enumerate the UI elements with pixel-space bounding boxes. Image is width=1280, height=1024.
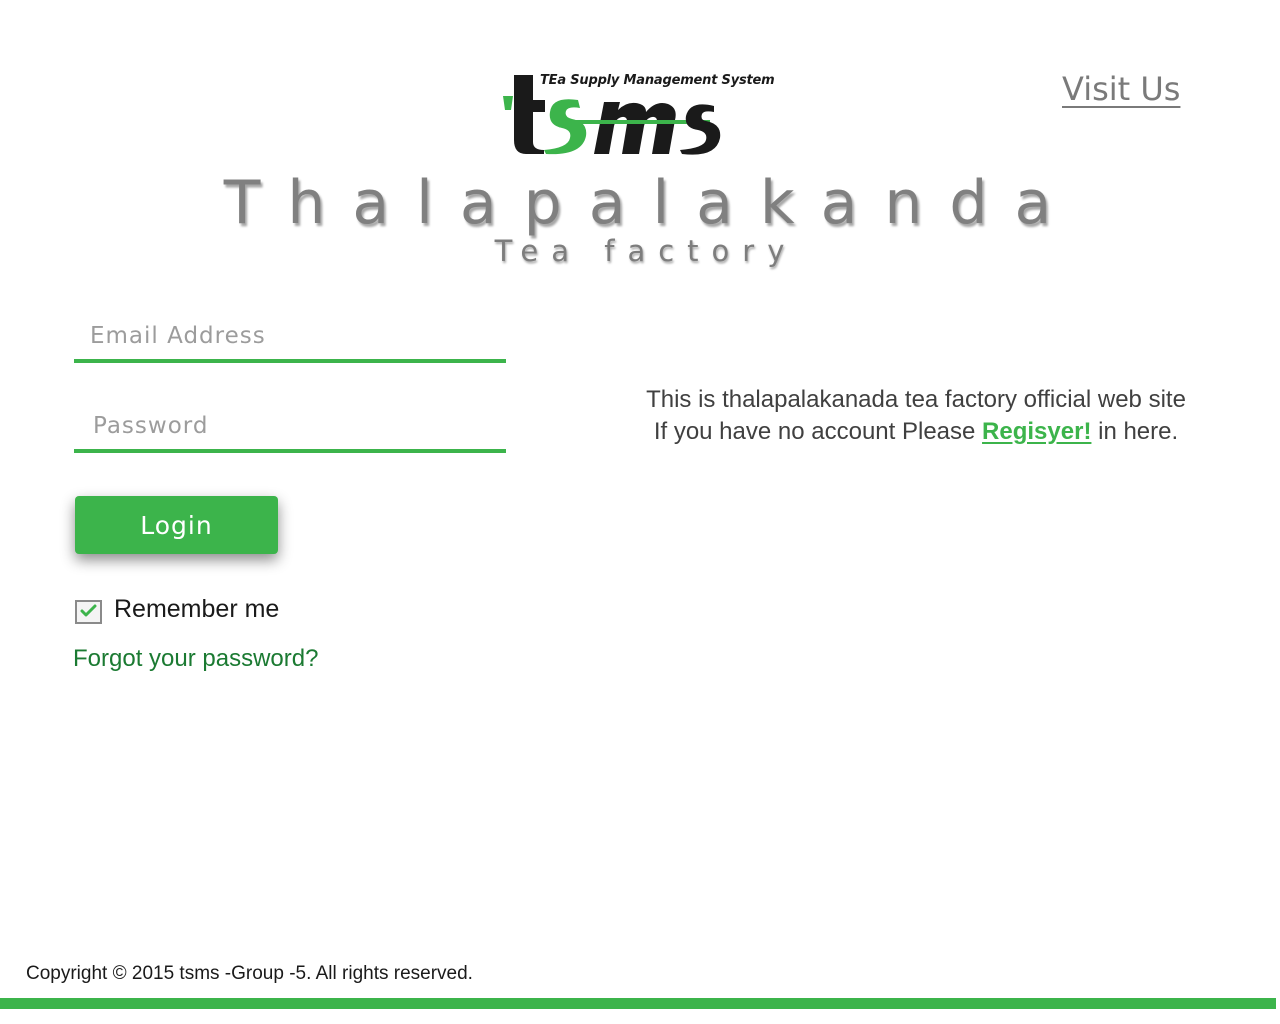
info-line-2-suffix: in here.	[1098, 418, 1179, 445]
factory-subtitle: Tea factory	[494, 234, 798, 268]
visit-us-link[interactable]: Visit Us	[1062, 70, 1180, 108]
checkmark-icon	[80, 604, 97, 617]
footer-bar	[0, 998, 1276, 1009]
register-link[interactable]: Regisyer!	[982, 418, 1091, 445]
remember-me-checkbox[interactable]	[75, 600, 102, 624]
login-page: TEa Supply Management System Visit Us Th…	[0, 0, 1280, 1024]
forgot-password-link[interactable]: Forgot your password?	[73, 645, 318, 673]
copyright-text: Copyright © 2015 tsms -Group -5. All rig…	[26, 963, 473, 984]
info-text: This is thalapalakanada tea factory offi…	[600, 384, 1232, 448]
login-button[interactable]: Login	[75, 496, 278, 554]
email-field[interactable]	[74, 313, 506, 363]
logo-tagline: TEa Supply Management System	[540, 73, 775, 88]
factory-name: Thalapalakanda	[223, 168, 1079, 238]
info-line-2-prefix: If you have no account Please	[653, 418, 976, 445]
info-line-1: This is thalapalakanada tea factory offi…	[646, 386, 1186, 413]
info-line-2: If you have no account Please Regisyer! …	[600, 416, 1232, 448]
remember-me-label[interactable]: Remember me	[114, 595, 279, 624]
password-field[interactable]	[74, 403, 506, 453]
